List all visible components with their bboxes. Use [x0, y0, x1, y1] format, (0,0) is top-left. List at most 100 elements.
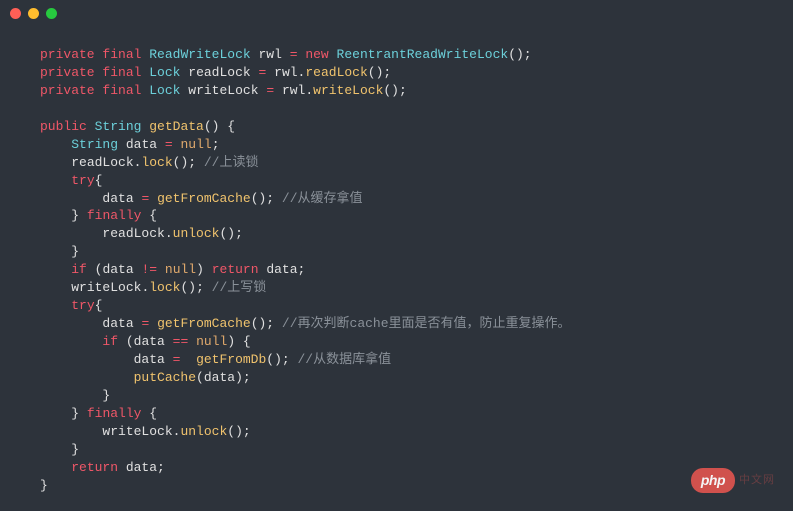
- identifier: writeLock: [188, 83, 258, 98]
- operator: =: [259, 65, 267, 80]
- method: putCache: [134, 370, 196, 385]
- operator: =: [141, 316, 149, 331]
- watermark-badge: php: [691, 468, 735, 493]
- identifier: writeLock: [102, 424, 172, 439]
- comment: //从数据库拿值: [290, 352, 391, 367]
- punct: }: [71, 406, 79, 421]
- punct: {: [95, 298, 103, 313]
- type: Lock: [149, 65, 180, 80]
- type: String: [95, 119, 142, 134]
- operator: =: [266, 83, 274, 98]
- method: lock: [149, 280, 180, 295]
- identifier: data: [118, 460, 157, 475]
- punct: ;: [212, 137, 220, 152]
- punct: ) {: [227, 334, 250, 349]
- method: unlock: [173, 226, 220, 241]
- type: ReadWriteLock: [149, 47, 250, 62]
- keyword: finally: [87, 406, 142, 421]
- code-editor: private final ReadWriteLock rwl = new Re…: [0, 26, 793, 494]
- identifier: rwl: [274, 65, 297, 80]
- punct: (: [196, 370, 204, 385]
- punct: .: [305, 83, 313, 98]
- punct: {: [141, 406, 157, 421]
- punct: .: [165, 226, 173, 241]
- keyword: try: [71, 173, 94, 188]
- identifier: data: [204, 370, 235, 385]
- punct: ();: [227, 424, 250, 439]
- punct: ();: [173, 155, 196, 170]
- operator: =: [173, 352, 181, 367]
- operator: =: [165, 137, 173, 152]
- punct: ();: [251, 191, 274, 206]
- operator: =: [290, 47, 298, 62]
- identifier: data: [134, 334, 165, 349]
- keyword: try: [71, 298, 94, 313]
- punct: ;: [157, 460, 165, 475]
- keyword: final: [102, 83, 141, 98]
- keyword: private: [40, 47, 95, 62]
- keyword: new: [305, 47, 328, 62]
- punct: ();: [251, 316, 274, 331]
- punct: ();: [508, 47, 531, 62]
- keyword: private: [40, 65, 95, 80]
- punct: ;: [298, 262, 306, 277]
- punct: }: [71, 442, 79, 457]
- method: lock: [141, 155, 172, 170]
- method-name: getData: [149, 119, 204, 134]
- keyword: finally: [87, 208, 142, 223]
- punct: }: [71, 208, 79, 223]
- window-titlebar: [0, 0, 793, 26]
- type: Lock: [149, 83, 180, 98]
- identifier: readLock: [188, 65, 250, 80]
- punct: ): [196, 262, 212, 277]
- punct: () {: [204, 119, 235, 134]
- close-icon[interactable]: [10, 8, 21, 19]
- keyword: private: [40, 83, 95, 98]
- method: getFromCache: [157, 316, 251, 331]
- punct: );: [235, 370, 251, 385]
- punct: }: [40, 478, 48, 493]
- comment: //上写锁: [204, 280, 266, 295]
- watermark-text: 中文网: [739, 473, 775, 488]
- identifier: data: [126, 137, 157, 152]
- null-literal: null: [196, 334, 227, 349]
- identifier: rwl: [282, 83, 305, 98]
- comment: //上读锁: [196, 155, 258, 170]
- operator: !=: [141, 262, 157, 277]
- keyword: return: [212, 262, 259, 277]
- method: unlock: [180, 424, 227, 439]
- keyword: if: [102, 334, 118, 349]
- punct: }: [71, 244, 79, 259]
- identifier: data: [102, 316, 133, 331]
- punct: ();: [266, 352, 289, 367]
- comment: //从缓存拿值: [274, 191, 362, 206]
- identifier: data: [102, 191, 133, 206]
- method: writeLock: [313, 83, 383, 98]
- null-literal: null: [165, 262, 196, 277]
- keyword: public: [40, 119, 87, 134]
- watermark: php 中文网: [691, 468, 775, 493]
- punct: ();: [383, 83, 406, 98]
- keyword: return: [71, 460, 118, 475]
- comment: //再次判断cache里面是否有值，防止重复操作。: [274, 316, 570, 331]
- identifier: data: [134, 352, 165, 367]
- identifier: readLock: [102, 226, 164, 241]
- method: getFromCache: [157, 191, 251, 206]
- zoom-icon[interactable]: [46, 8, 57, 19]
- punct: {: [141, 208, 157, 223]
- punct: ();: [368, 65, 391, 80]
- keyword: if: [71, 262, 87, 277]
- identifier: data: [102, 262, 133, 277]
- identifier: writeLock: [71, 280, 141, 295]
- minimize-icon[interactable]: [28, 8, 39, 19]
- keyword: final: [102, 65, 141, 80]
- operator: ==: [173, 334, 189, 349]
- identifier: data: [259, 262, 298, 277]
- identifier: rwl: [258, 47, 281, 62]
- punct: {: [95, 173, 103, 188]
- null-literal: null: [181, 137, 212, 152]
- type: String: [71, 137, 118, 152]
- operator: =: [141, 191, 149, 206]
- punct: (: [87, 262, 103, 277]
- identifier: readLock: [71, 155, 133, 170]
